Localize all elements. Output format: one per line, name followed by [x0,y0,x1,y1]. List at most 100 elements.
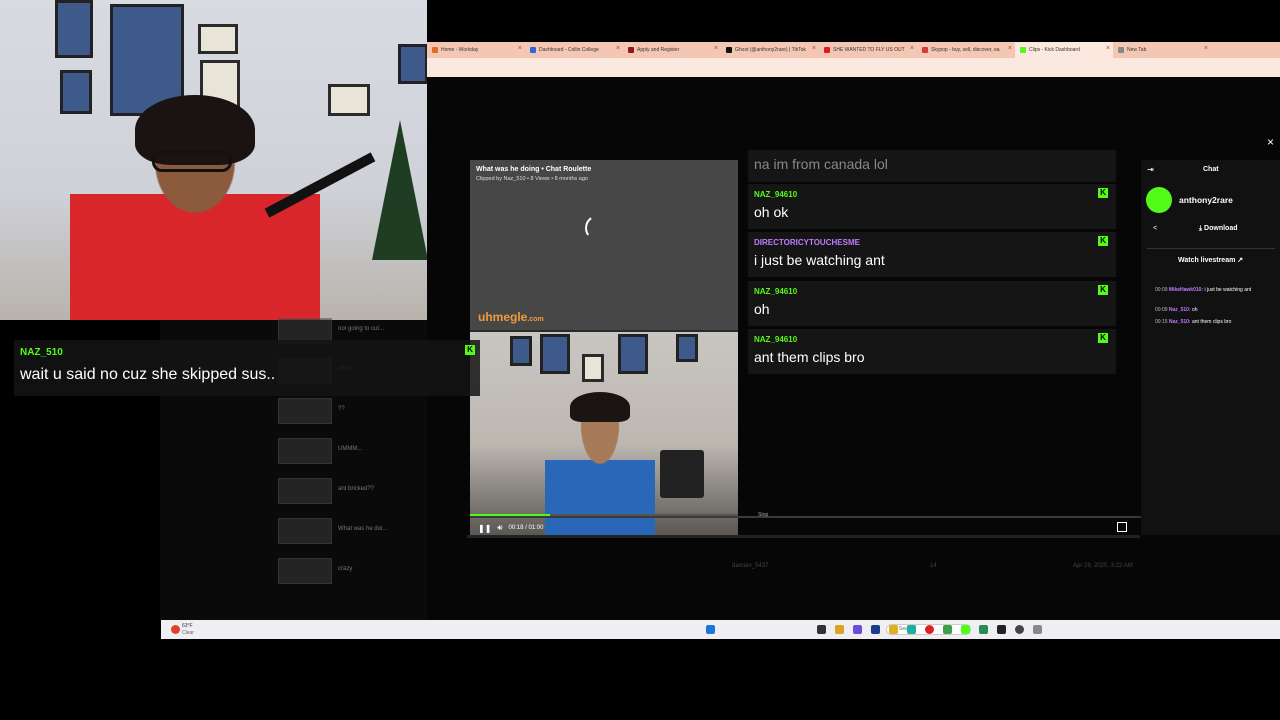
weather-desc: Clear [182,630,194,636]
overlay-username: NAZ_510 [20,347,63,358]
avatar [1146,187,1172,213]
clip-list-title: ant bricked?? [338,486,375,492]
clip-list-item[interactable]: What was he doi... [278,518,468,544]
wall-poster [398,44,427,84]
settings-icon[interactable] [1033,625,1042,634]
windows-taskbar: 63°F Clear ⌕Search [161,620,1280,639]
tab-close-icon[interactable]: × [518,45,522,52]
video-top-pane: What was he doing • Chat Roulette Clippe… [470,160,738,330]
share-icon[interactable]: < [1153,225,1157,232]
chat-username: DIRECTORICYTOUCHESME [754,238,860,247]
watch-livestream-link[interactable]: Watch livestream ↗ [1178,256,1243,264]
clip-list-title: not going to cut... [338,326,385,332]
chrome-icon[interactable] [943,625,952,634]
clip-video-player[interactable]: What was he doing • Chat Roulette Clippe… [470,160,738,535]
browser-tab[interactable]: Dashboard - Collin College × [525,42,623,58]
tab-label: Ghost (@anthony2rare) | TikTok [735,47,806,53]
address-bar[interactable] [427,58,1280,77]
wall-poster [60,70,92,114]
opera-icon[interactable] [925,625,934,634]
browser-tab[interactable]: Home - Workday × [427,42,525,58]
external-link-icon: ↗ [1235,257,1244,264]
kick-badge-icon: K [1098,236,1108,246]
clip-list-item[interactable]: crazy [278,558,468,584]
channel-name[interactable]: anthony2rare [1179,195,1233,205]
chat-log-entry: 00:09 Naz_510: oh [1155,307,1273,313]
tab-close-icon[interactable]: × [616,45,620,52]
widgets-icon[interactable] [835,625,844,634]
app-icon[interactable] [871,625,880,634]
volume-icon[interactable]: 🔊︎ [497,523,502,533]
clip-list-item[interactable]: ?? [278,398,468,424]
loading-spinner-icon [582,212,614,244]
download-button[interactable]: ⤓ Download [1199,225,1238,233]
guest-hair [570,392,630,422]
log-time: 00:09 [1155,307,1168,313]
clip-date: Apr 28, 2025, 3:22 AM [1073,563,1133,569]
clip-thumbnail [278,398,332,424]
player-bottom-strip [467,535,1140,538]
kick-badge-icon: K [1098,333,1108,343]
fullscreen-icon[interactable] [1117,522,1127,532]
streamer-glasses [152,150,232,172]
tab-close-icon[interactable]: × [812,45,816,52]
clip-thumbnail [278,558,332,584]
tab-favicon-icon [1118,47,1124,53]
chat-message: NAZ_94610 oh ok K [748,184,1116,229]
tab-close-icon[interactable]: × [1204,45,1208,52]
tab-label: Apply and Register [637,47,680,53]
tab-label: New Tab [1127,47,1147,53]
uhmegle-watermark: uhmegle.com [478,310,544,324]
weather-icon [171,625,180,634]
obs-icon[interactable] [1015,625,1024,634]
tab-close-icon[interactable]: × [910,45,914,52]
clip-list-item[interactable]: UMMM... [278,438,468,464]
tab-close-icon[interactable]: × [1106,45,1110,52]
clip-meta: Clipped by Naz_510 • 8 Views • 8 months … [476,176,588,182]
app-icon[interactable] [979,625,988,634]
chat-log-entry: 00:09 MikeHawk010: i just be watching an… [1155,287,1273,293]
tab-favicon-icon [824,47,830,53]
edge-icon[interactable] [907,625,916,634]
kick-icon[interactable] [961,625,970,634]
kick-badge-icon: K [465,345,475,355]
close-modal-icon[interactable]: × [1267,135,1274,149]
browser-tab[interactable]: New Tab × [1113,42,1211,58]
browser-tab[interactable]: Apply and Register × [623,42,721,58]
player-seek-track[interactable] [470,516,1142,518]
tab-label: Dashboard - Collin College [539,47,599,53]
log-text: i just be watching ant [1204,287,1252,293]
tab-close-icon[interactable]: × [714,45,718,52]
sidebar-collapse-icon[interactable]: ⇥ [1147,165,1154,174]
kick-badge-icon: K [1098,285,1108,295]
browser-tab[interactable]: Skypop - buy, sell, discover, ea × [917,42,1015,58]
chat-text: oh [754,301,770,317]
watch-livestream-label: Watch livestream [1178,257,1236,264]
tab-favicon-icon [432,47,438,53]
browser-tab[interactable]: SHE WANTED TO FLY US OUT × [819,42,917,58]
wall-poster [676,334,698,362]
teams-icon[interactable] [853,625,862,634]
log-user: Naz_510: [1168,307,1191,313]
chat-username: NAZ_94610 [754,190,798,199]
clip-list-title: What was he doi... [338,526,388,532]
wall-poster [540,334,570,374]
video-time: 00:18 / 01:00 [508,525,544,531]
file-explorer-icon[interactable] [889,625,898,634]
log-user: Naz_510: [1168,319,1191,325]
windows-start-icon[interactable] [706,625,715,634]
task-view-icon[interactable] [817,625,826,634]
app-icon[interactable] [997,625,1006,634]
stop-label[interactable]: Stop [758,512,768,518]
clip-thumbnail [278,438,332,464]
tab-close-icon[interactable]: × [1008,45,1012,52]
clip-list-title: ?? [338,406,345,412]
browser-tab[interactable]: Clips - Kick Dashboard × [1015,42,1113,58]
pause-icon[interactable]: ❚❚ [478,524,491,533]
tab-favicon-icon [726,47,732,53]
clip-list-item[interactable]: ant bricked?? [278,478,468,504]
clip-thumbnail [278,478,332,504]
browser-tab-bar: Home - Workday × Dashboard - Collin Colleg… [427,42,1280,58]
clip-views: 14 [930,563,937,569]
browser-tab[interactable]: Ghost (@anthony2rare) | TikTok × [721,42,819,58]
